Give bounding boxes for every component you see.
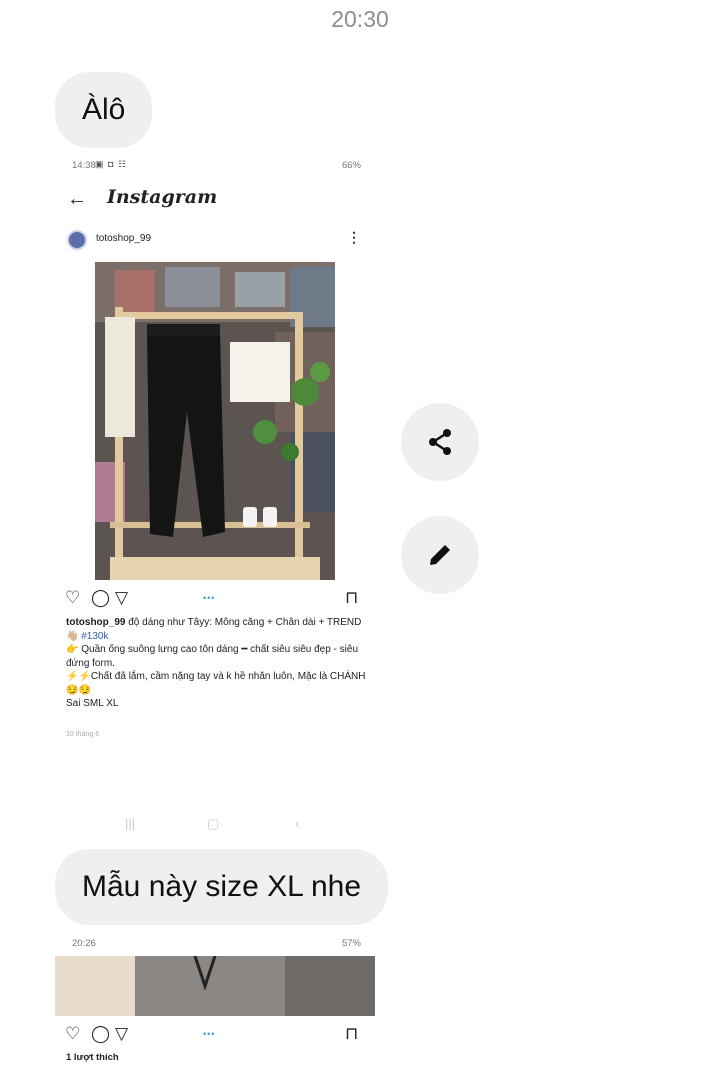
post-photo [55,956,375,1016]
instagram-header: ← Instagram [55,178,375,222]
send-icon[interactable]: ▽ [115,588,128,608]
avatar [67,230,87,250]
carousel-dots: ••• [203,1029,216,1039]
caption-username: totoshop_99 [66,617,126,628]
battery-level: 66% [341,160,361,171]
more-options-icon: ⋮ [347,229,361,245]
bookmark-icon[interactable]: ⊓ [345,1024,358,1044]
carousel-dots: ••• [203,593,216,603]
image-attachment[interactable]: 14:38 ▣ ◘ ☷ 66% ← Instagram totoshop_99 … [55,152,375,842]
post-photo [95,262,335,580]
status-bar: 20:26 57% [55,930,375,956]
app-logo: Instagram [107,186,218,208]
status-time: 14:38 [72,160,96,171]
post-caption: totoshop_99 độ dáng như Tâyy: Mông căng … [66,616,371,711]
post-actions-bar: ♡ ◯ ▽ ••• ⊓ [55,1022,375,1046]
message-bubble[interactable]: Àlô [55,72,153,148]
battery-level: 57% [341,938,361,949]
heart-icon[interactable]: ♡ [65,588,80,608]
heart-icon[interactable]: ♡ [65,1024,80,1044]
back-arrow-icon: ← [67,188,87,210]
home-icon: ▢ [207,816,220,831]
send-icon[interactable]: ▽ [115,1024,128,1044]
recent-apps-icon: ||| [125,816,136,831]
comment-icon[interactable]: ◯ [91,1024,110,1044]
caption-line: Sai SML XL [66,698,119,709]
image-attachment[interactable]: 20:26 57% ♡ ◯ ▽ ••• ⊓ 1 lượt thích [55,930,375,1070]
status-time: 20:26 [72,938,96,949]
back-icon: ‹ [295,816,300,831]
notification-icons: ▣ ◘ ☷ [95,159,128,169]
android-nav-bar: ||| ▢ ‹ [55,816,375,836]
pencil-icon [430,545,450,565]
caption-hashtag: #130k [81,630,109,642]
status-bar: 14:38 ▣ ◘ ☷ 66% [55,152,375,178]
edit-button[interactable] [401,516,479,594]
caption-line: 👉 Quần ống suông lưng cao tôn dáng ━ chấ… [66,644,359,669]
share-icon [429,429,451,455]
post-date: 10 tháng 6 [66,731,100,738]
likes-count: 1 lượt thích [66,1052,119,1063]
bookmark-icon[interactable]: ⊓ [345,588,358,608]
caption-line: ⚡⚡Chất đã lắm, cầm nặng tay và k hề nhăn… [66,671,366,696]
message-timestamp: 20:30 [331,6,389,32]
share-button[interactable] [401,403,479,481]
message-bubble[interactable]: Mẫu này size XL nhe [55,849,389,925]
post-actions-bar: ♡ ◯ ▽ ••• ⊓ [55,586,375,612]
post-username: totoshop_99 [96,233,152,244]
comment-icon[interactable]: ◯ [91,588,110,608]
post-header: totoshop_99 ⋮ [55,222,375,260]
